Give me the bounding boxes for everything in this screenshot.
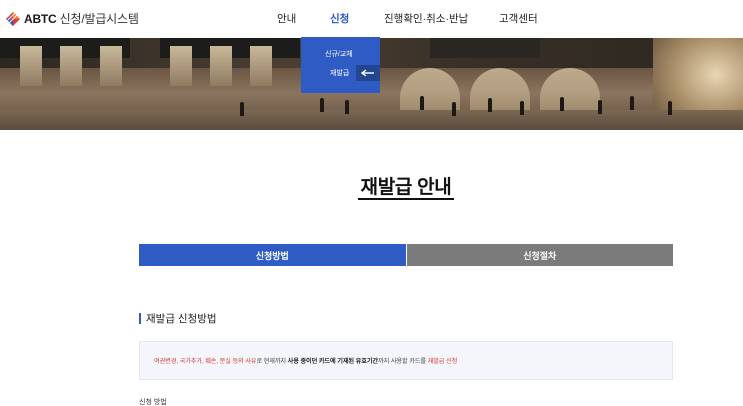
hero-person: [345, 100, 349, 114]
apply-submenu: 신규/교체 재발급: [301, 37, 380, 93]
notice-text: 여권변경, 국가추가, 훼손, 분실 등의 사유로 현재까지 사용 중이던 카드…: [154, 356, 457, 365]
notice-reasons: 여권변경, 국가추가, 훼손, 분실 등의 사유: [154, 358, 257, 365]
submenu-item-reissue[interactable]: 재발급: [330, 68, 349, 78]
hero-window: [20, 46, 42, 86]
notice-text-part: 로 현재까지: [256, 358, 288, 365]
hero-person: [420, 96, 424, 110]
nav-item-support[interactable]: 고객센터: [499, 11, 538, 26]
hero-window: [170, 46, 192, 86]
hero-person: [560, 97, 564, 111]
sub-label: 신청 방법: [139, 399, 167, 406]
hero-person: [452, 102, 456, 116]
notice-text-part: 까지 사용할 카드를: [378, 358, 428, 365]
submenu-item-new-replace[interactable]: 신규/교체: [325, 49, 353, 59]
hero-person: [320, 98, 324, 112]
header: ABTC 신청/발급시스템 안내 신청 진행확인·취소·반납 고객센터: [0, 0, 743, 38]
hero-person: [598, 100, 602, 114]
hero-window: [210, 46, 232, 86]
hero-person: [520, 101, 524, 115]
notice-reissue: 재발급 신청: [427, 358, 458, 365]
nav-item-guide[interactable]: 안내: [277, 11, 296, 26]
title-underline: [358, 198, 454, 200]
hero-person: [240, 102, 244, 116]
hero-departure-board-3: [430, 38, 540, 58]
notice-box: 여권변경, 국가추가, 훼손, 분실 등의 사유로 현재까지 사용 중이던 카드…: [139, 341, 673, 380]
submenu-selected-indicator: [356, 65, 380, 81]
hero-person: [630, 96, 634, 110]
tab-apply-procedure[interactable]: 신청절차: [406, 244, 673, 266]
section-heading: 재발급 신청방법: [139, 311, 217, 326]
nav-item-apply[interactable]: 신청: [330, 11, 349, 26]
nav-item-progress[interactable]: 진행확인·취소·반납: [384, 11, 468, 26]
tab-bar: 신청방법 신청절차: [139, 244, 673, 266]
hero-floor: [0, 110, 743, 130]
hero-window: [250, 46, 272, 86]
notice-validity: 사용 중이던 카드에 기재된 유효기간: [287, 358, 379, 365]
main-nav: 안내 신청 진행확인·취소·반납 고객센터: [0, 11, 743, 27]
hero-window: [60, 46, 82, 86]
section-bar: [139, 313, 141, 324]
hero-person: [488, 98, 492, 112]
hero-person: [668, 101, 672, 115]
arrow-left-icon: [361, 69, 374, 77]
section-heading-text: 재발급 신청방법: [146, 313, 217, 325]
page-title: 재발급 안내: [360, 177, 452, 198]
tab-apply-method[interactable]: 신청방법: [139, 244, 406, 266]
hero-window: [100, 46, 122, 86]
